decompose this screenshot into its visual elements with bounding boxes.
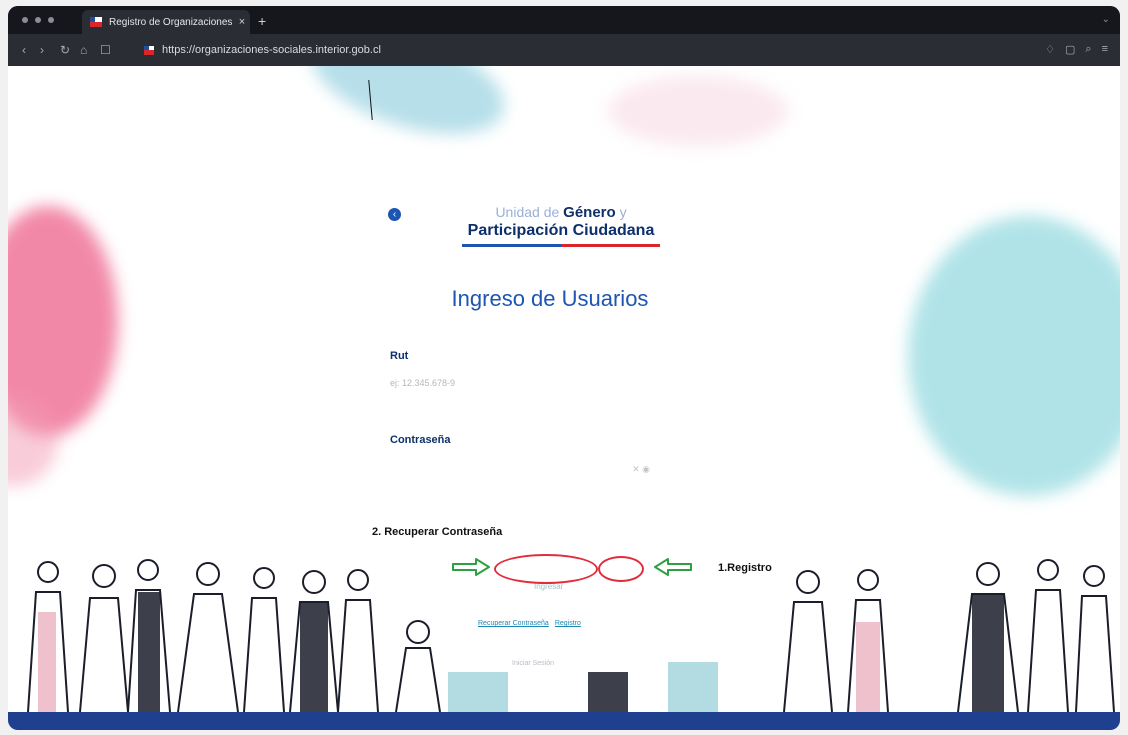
password-label: Contraseña	[390, 434, 451, 446]
chile-flag-icon	[90, 17, 102, 27]
notifications-icon[interactable]: ♢	[1045, 43, 1055, 56]
people-illustration	[27, 559, 1115, 712]
show-password-icon[interactable]: ✕ ◉	[632, 464, 650, 475]
rut-placeholder: ej: 12.345.678-9	[390, 378, 456, 388]
back-nav-icon[interactable]: ‹	[22, 43, 26, 57]
maximize-window-dot[interactable]	[48, 17, 54, 23]
new-tab-button[interactable]: +	[258, 13, 266, 29]
bookmark-icon[interactable]: ☐	[100, 43, 111, 57]
rut-input[interactable]: ej: 12.345.678-9	[390, 378, 670, 398]
window-controls[interactable]	[22, 17, 54, 23]
browser-tab[interactable]: Registro de Organizaciones ×	[82, 10, 250, 34]
logo-color-bar	[462, 244, 660, 247]
annotation-recover-label: 2. Recuperar Contraseña	[372, 526, 503, 538]
reader-icon[interactable]: ▢	[1065, 43, 1075, 56]
tab-title: Registro de Organizaciones	[109, 16, 233, 28]
page-title: Ingreso de Usuarios	[451, 286, 649, 311]
rut-label: Rut	[390, 350, 409, 362]
minimize-window-dot[interactable]	[35, 17, 41, 23]
logo-prefix: Unidad de	[495, 204, 560, 220]
search-icon[interactable]: ⌕	[1085, 43, 1091, 56]
address-bar: ‹ › ↻ ⌂ ☐ https://organizaciones-sociale…	[8, 34, 1120, 66]
url-text: https://organizaciones-sociales.interior…	[162, 44, 381, 56]
pale-paint-decoration	[608, 76, 788, 146]
browser-window: Registro de Organizaciones × + ⌄ ‹ › ↻ ⌂…	[8, 6, 1120, 730]
blue-paint-decoration	[298, 66, 518, 155]
forward-nav-icon[interactable]: ›	[40, 43, 44, 57]
logo-line1: Unidad de Género y	[462, 204, 660, 221]
password-input[interactable]: ✕ ◉	[390, 458, 670, 478]
reload-icon[interactable]: ↻	[60, 43, 70, 57]
browser-titlebar: Registro de Organizaciones × + ⌄	[8, 6, 1120, 34]
toolbar-right: ♢ ▢ ⌕ ≡	[1045, 43, 1108, 56]
close-tab-icon[interactable]: ×	[234, 16, 250, 28]
logo-highlight: Género	[563, 204, 616, 221]
logo-suffix: y	[619, 204, 627, 220]
close-window-dot[interactable]	[22, 17, 28, 23]
unit-logo: Unidad de Género y Participación Ciudada…	[462, 204, 660, 247]
menu-icon[interactable]: ≡	[1102, 43, 1108, 56]
home-icon[interactable]: ⌂	[80, 43, 87, 57]
teal-paint-decoration	[908, 216, 1120, 496]
url-field[interactable]: https://organizaciones-sociales.interior…	[144, 40, 381, 60]
page-footer-bar	[8, 712, 1120, 730]
page-viewport: ‹ Unidad de Género y Participación Ciuda…	[8, 66, 1120, 730]
tab-list-chevron-icon[interactable]: ⌄	[1102, 14, 1110, 25]
back-arrow-icon[interactable]: ‹	[388, 208, 401, 221]
site-flag-icon	[144, 45, 154, 55]
logo-line2: Participación Ciudadana	[467, 222, 655, 239]
